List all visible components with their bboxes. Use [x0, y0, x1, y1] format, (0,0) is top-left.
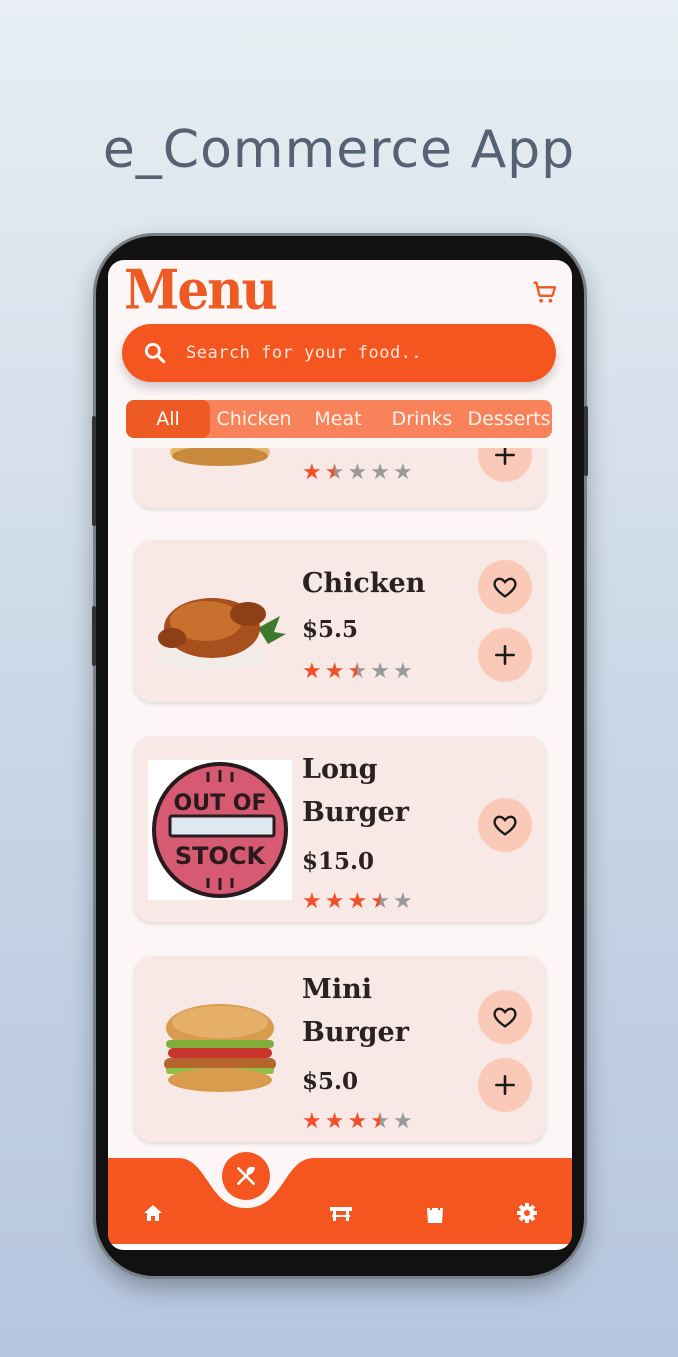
add-to-cart-button[interactable] [478, 628, 532, 682]
tab-drinks[interactable]: Drinks [378, 400, 466, 438]
star-icon: ★ [347, 459, 368, 484]
heart-icon [493, 577, 517, 598]
favorite-button[interactable] [478, 560, 532, 614]
item-name-line-2: Burger [302, 797, 409, 828]
star-icon: ★ [324, 658, 345, 683]
out-of-stock-icon: OUT OF STOCK [148, 760, 292, 900]
item-price: $15.0 [302, 848, 375, 875]
side-button-left [92, 416, 96, 526]
app-screen: Menu Search for your food.. All Chicken … [108, 260, 572, 1250]
plus-icon [495, 448, 515, 465]
item-price: $5.5 [302, 616, 359, 643]
star-icon: ★ [370, 459, 390, 484]
rating-stars: ★ ★ ★ ★ ★ [302, 890, 413, 912]
home-icon [144, 1205, 162, 1221]
add-to-cart-button[interactable] [478, 448, 532, 482]
settings-icon [517, 1203, 537, 1223]
table-icon [330, 1207, 352, 1221]
page-title: Menu [124, 260, 278, 322]
side-button-left-2 [92, 606, 96, 666]
phone-frame: Menu Search for your food.. All Chicken … [92, 236, 588, 1276]
search-input[interactable]: Search for your food.. [186, 343, 422, 363]
burger-icon [170, 448, 270, 466]
bag-icon [427, 1202, 443, 1223]
favorite-button[interactable] [478, 798, 532, 852]
nav-settings-button[interactable] [512, 1198, 542, 1228]
star-icon: ★ [392, 888, 413, 913]
promo-title: e_Commerce App [102, 120, 576, 180]
star-icon: ★ [370, 888, 390, 913]
stamp-text-bottom: STOCK [175, 842, 267, 870]
burger-icon [164, 1004, 276, 1092]
favorite-button[interactable] [478, 990, 532, 1044]
stamp-text-top: OUT OF [174, 791, 267, 816]
item-name-line-2: Burger [302, 1017, 409, 1048]
list-item[interactable]: Chicken $5.5 ★ ★ ★ ★ ★ [134, 540, 546, 702]
side-button-right [584, 406, 588, 476]
rating-stars: ★ ★ ★ ★ ★ [302, 660, 413, 682]
item-name-line-1: Long [302, 754, 378, 785]
star-icon: ★ [347, 888, 368, 913]
nav-food-button[interactable] [222, 1152, 270, 1200]
tab-chicken[interactable]: Chicken [210, 400, 298, 438]
bottom-nav [108, 1152, 572, 1250]
star-icon: ★ [392, 1108, 413, 1133]
item-name: Chicken [302, 568, 426, 599]
search-icon [144, 342, 166, 364]
star-icon: ★ [347, 658, 368, 683]
star-icon: ★ [302, 459, 322, 484]
list-item[interactable]: OUT OF STOCK Long Burger $15.0 ★ ★ ★ ★ ★ [134, 736, 546, 922]
star-icon: ★ [302, 1108, 322, 1133]
roast-chicken-icon [154, 598, 286, 670]
nav-bag-button[interactable] [420, 1198, 450, 1228]
search-bar[interactable]: Search for your food.. [122, 324, 556, 382]
heart-icon [493, 815, 517, 836]
rating-stars: ★ ★ ★ ★ ★ [302, 461, 413, 483]
tab-meat[interactable]: Meat [298, 400, 378, 438]
category-tabs: All Chicken Meat Drinks Desserts [126, 400, 552, 438]
star-icon: ★ [324, 459, 345, 484]
heart-icon [493, 1007, 517, 1028]
list-item[interactable]: Mini Burger $5.0 ★ ★ ★ ★ ★ [134, 956, 546, 1142]
star-icon: ★ [324, 888, 345, 913]
star-icon: ★ [302, 658, 322, 683]
item-name-line-1: Mini [302, 974, 373, 1005]
rating-stars: ★ ★ ★ ★ ★ [302, 1110, 413, 1132]
list-item[interactable]: ★ ★ ★ ★ ★ [134, 448, 546, 508]
plus-icon [495, 1075, 515, 1095]
cart-icon[interactable] [530, 278, 558, 306]
star-icon: ★ [370, 1108, 390, 1133]
nav-table-button[interactable] [326, 1198, 356, 1228]
tab-desserts[interactable]: Desserts [466, 400, 552, 438]
item-price: $5.0 [302, 1068, 359, 1095]
nav-home-button[interactable] [138, 1198, 168, 1228]
item-name: Mini Burger [302, 968, 462, 1054]
star-icon: ★ [392, 658, 413, 683]
tab-all[interactable]: All [126, 400, 210, 438]
star-icon: ★ [370, 658, 390, 683]
product-list[interactable]: ★ ★ ★ ★ ★ Chicken $5.5 ★ ★ ★ ★ ★ OUT OF … [108, 448, 572, 1148]
plus-icon [495, 645, 515, 665]
home-indicator [108, 1244, 572, 1250]
star-icon: ★ [347, 1108, 368, 1133]
star-icon: ★ [392, 459, 413, 484]
add-to-cart-button[interactable] [478, 1058, 532, 1112]
food-icon [237, 1166, 255, 1185]
item-name: Long Burger [302, 748, 462, 834]
star-icon: ★ [302, 888, 322, 913]
star-icon: ★ [324, 1108, 345, 1133]
